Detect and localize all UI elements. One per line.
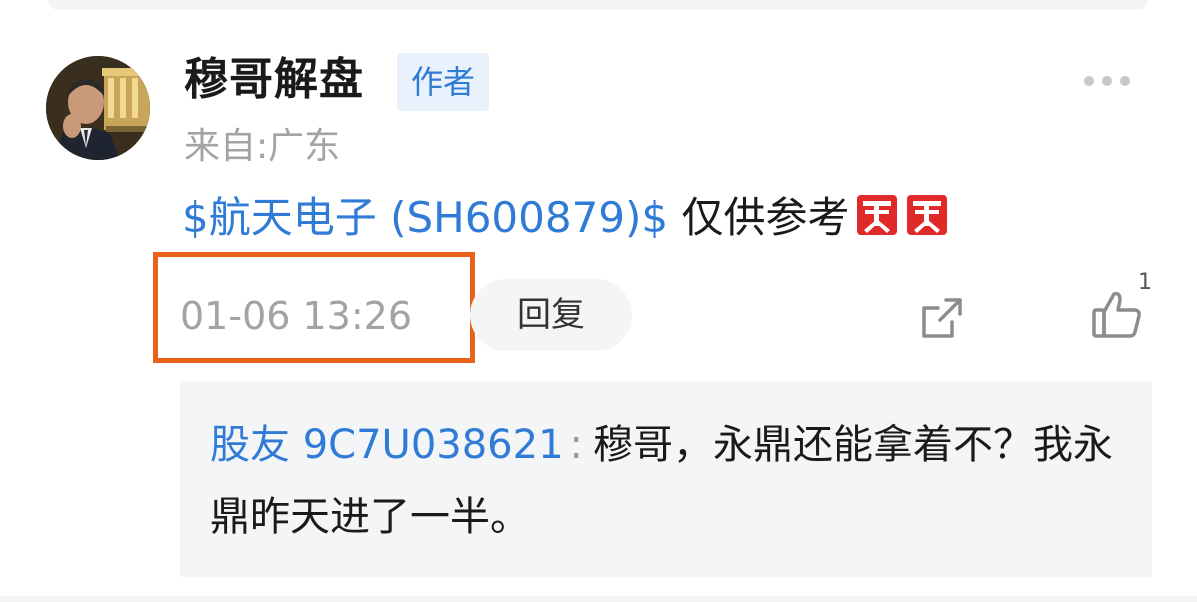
reply-user-name[interactable]: 股友 9C7U038621 [210, 422, 564, 468]
share-icon[interactable] [918, 294, 966, 342]
reply-separator: : [569, 422, 583, 468]
stock-link[interactable]: $航天电子 (SH600879)$ [182, 193, 668, 242]
reply-content: 股友 9C7U038621: 穆哥，永鼎还能拿着不？我永鼎昨天进了一半。 [210, 409, 1130, 553]
reply-preview[interactable]: 股友 9C7U038621: 穆哥，永鼎还能拿着不？我永鼎昨天进了一半。 [180, 381, 1152, 577]
timestamp-highlight-box [153, 252, 475, 363]
post-text: 仅供参考 [668, 193, 850, 242]
author-badge: 作者 [397, 53, 489, 111]
previous-item-edge [48, 0, 1148, 10]
like-count: 1 [1138, 270, 1152, 295]
buy-emoji-icon [854, 192, 900, 238]
reply-button[interactable]: 回复 [470, 279, 632, 351]
thumbs-up-icon[interactable] [1090, 288, 1144, 342]
more-options-icon[interactable] [1084, 68, 1130, 94]
post-location: 来自:广东 [184, 126, 341, 167]
author-name[interactable]: 穆哥解盘 [184, 50, 364, 110]
avatar[interactable] [46, 56, 150, 160]
post-content: $航天电子 (SH600879)$ 仅供参考 [182, 186, 950, 250]
next-item-edge [0, 596, 1197, 602]
buy-emoji-icon [904, 192, 950, 238]
